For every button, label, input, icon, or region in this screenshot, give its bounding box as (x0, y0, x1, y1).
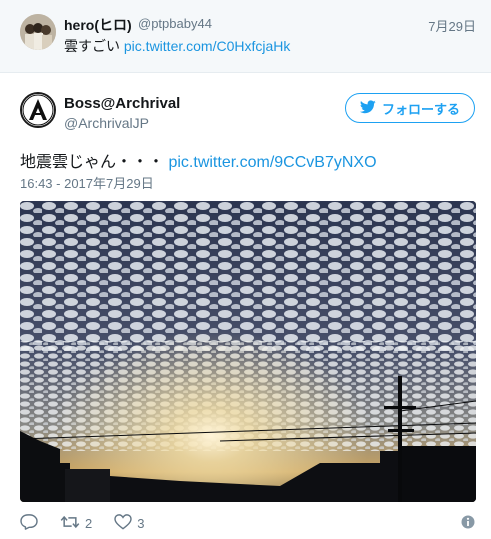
main-timestamp[interactable]: 16:43 - 2017年7月29日 (20, 173, 154, 192)
parent-display-name[interactable]: hero(ヒロ) (64, 15, 132, 35)
parent-text-body: 雲すごい (64, 38, 120, 54)
tweet-photo[interactable] (20, 201, 476, 502)
heart-icon (114, 513, 132, 533)
parent-photo-link[interactable]: pic.twitter.com/C0HxfcjaHk (124, 38, 290, 54)
retweet-button[interactable]: 2 (60, 514, 92, 533)
main-photo-link[interactable]: pic.twitter.com/9CCvB7yNXO (168, 154, 376, 171)
info-icon[interactable] (461, 515, 475, 534)
like-count: 3 (137, 515, 145, 531)
tweet-actions: 2 3 (20, 513, 166, 533)
retweet-icon (60, 514, 80, 533)
main-handle[interactable]: @ArchrivalJP (64, 115, 149, 131)
follow-button[interactable]: フォローする (345, 93, 475, 123)
main-text: 地震雲じゃん・・・ pic.twitter.com/9CCvB7yNXO (20, 148, 377, 172)
parent-text: 雲すごい pic.twitter.com/C0HxfcjaHk (64, 36, 290, 56)
like-button[interactable]: 3 (114, 513, 145, 533)
main-avatar[interactable] (20, 92, 56, 128)
follow-label: フォローする (381, 101, 460, 117)
reply-button[interactable] (20, 513, 38, 533)
main-text-body: 地震雲じゃん・・・ (20, 154, 165, 171)
retweet-count: 2 (85, 515, 93, 531)
parent-handle[interactable]: @ptpbaby44 (138, 16, 212, 31)
parent-tweet[interactable]: hero(ヒロ) @ptpbaby44 7月29日 雲すごい pic.twitt… (0, 0, 491, 73)
reply-icon (20, 513, 38, 533)
parent-date[interactable]: 7月29日 (428, 16, 476, 35)
parent-avatar[interactable] (20, 14, 56, 50)
main-display-name[interactable]: Boss@Archrival (64, 95, 180, 112)
twitter-bird-icon (359, 99, 376, 117)
